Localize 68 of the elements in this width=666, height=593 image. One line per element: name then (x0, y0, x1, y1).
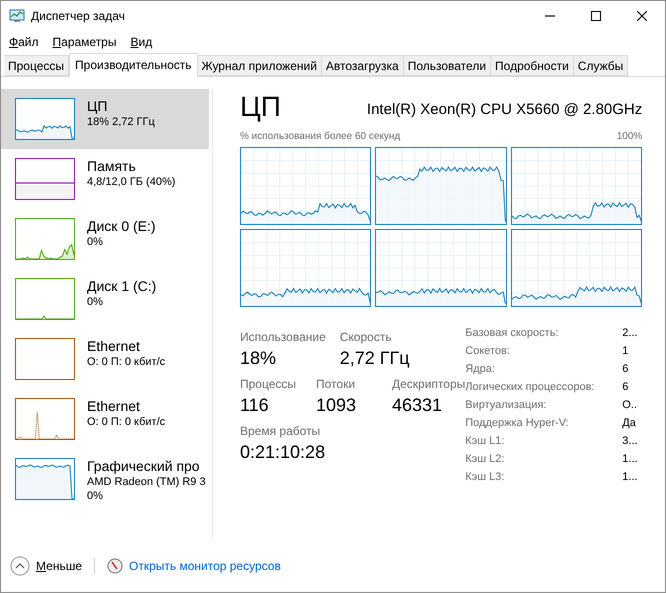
device-name: Ethernet (87, 338, 141, 355)
spec-value: 6 (622, 380, 630, 395)
stat-label: Скорость (340, 329, 393, 345)
spec-label: Ядра: (465, 362, 496, 377)
spec-label: Поддержка Hyper-V: (465, 416, 570, 431)
tab[interactable]: Производительность (69, 53, 198, 77)
tab[interactable]: Пользователи (404, 55, 492, 76)
graph-caption: % использования более 60 секунд (240, 130, 400, 144)
spec-value: 1... (622, 470, 639, 485)
resource-monitor-link[interactable]: Открыть монитор ресурсов (129, 557, 281, 575)
close-icon (637, 11, 647, 21)
tab[interactable]: Подробности (491, 55, 574, 76)
device-detail: 0% (87, 235, 104, 249)
page-title: ЦП (240, 91, 281, 123)
stat-value: 2,72 ГГц (340, 347, 410, 370)
stat-label: Время работы (240, 423, 322, 439)
stat-label: Потоки (316, 376, 356, 392)
stat-label: Дескрипторы (392, 376, 466, 392)
device-detail: О: 0 П: 0 кбит/с (87, 355, 166, 369)
tab[interactable]: Журнал приложений (198, 55, 322, 76)
device-name: Память (87, 158, 137, 175)
device-detail: AMD Radeon (TM) R9 3 (87, 475, 206, 489)
device-name: Графический про (87, 458, 201, 475)
device-name: Ethernet (87, 398, 141, 415)
stat-value: 1093 (316, 394, 358, 417)
stat-value: 116 (240, 394, 270, 417)
menu-item[interactable]: Вид (130, 33, 152, 51)
spec-label: Кэш L3: (465, 470, 506, 485)
menu-item[interactable]: Параметры (52, 33, 116, 51)
stat-label: Использование (240, 329, 326, 345)
spec-value: 1 (622, 344, 630, 359)
tab[interactable]: Автозагрузка (322, 55, 404, 76)
stat-value: 46331 (392, 394, 444, 417)
stat-label: Процессы (240, 376, 298, 392)
spec-value: Да (622, 416, 637, 431)
spec-value: О.. (622, 398, 638, 413)
spec-label: Базовая скорость: (465, 326, 560, 341)
tab[interactable]: Службы (574, 55, 628, 76)
fewer-details-button[interactable]: Меньше (36, 557, 82, 575)
collapse-icon[interactable] (10, 556, 30, 576)
device-name: Диск 0 (E:) (87, 218, 156, 235)
spec-value: 3... (622, 434, 639, 449)
device-detail: 0% (87, 295, 104, 309)
menu-item[interactable]: Файл (9, 33, 39, 51)
device-detail: О: 0 П: 0 кбит/с (87, 415, 166, 429)
app-icon (9, 8, 25, 24)
cpu-model: Intel(R) Xeon(R) CPU X5660 @ 2.80GHz (366, 100, 642, 120)
spec-label: Кэш L2: (465, 452, 506, 467)
device-detail: 18% 2,72 ГГц (87, 115, 155, 129)
gauge-icon (107, 558, 123, 574)
graph-max-label: 100% (616, 130, 642, 144)
device-detail: 0% (87, 489, 104, 503)
spec-label: Кэш L1: (465, 434, 506, 449)
spec-value: 2... (622, 326, 639, 341)
spec-label: Виртуализация: (465, 398, 548, 413)
sidebar-item[interactable]: ЦП 18% 2,72 ГГц (1, 89, 209, 149)
stat-value: 18% (240, 347, 278, 370)
device-detail: 4,8/12,0 ГБ (40%) (87, 175, 176, 189)
spec-value: 6 (622, 362, 630, 377)
device-name: Диск 1 (C:) (87, 278, 156, 295)
window-title: Диспетчер задач (31, 8, 125, 25)
stat-value: 0:21:10:28 (240, 441, 326, 464)
maximize-icon (591, 11, 601, 21)
tab[interactable]: Процессы (4, 55, 70, 76)
spec-label: Сокетов: (465, 344, 511, 359)
device-name: ЦП (87, 98, 108, 115)
spec-value: 1... (622, 452, 639, 467)
spec-label: Логических процессоров: (465, 380, 596, 395)
